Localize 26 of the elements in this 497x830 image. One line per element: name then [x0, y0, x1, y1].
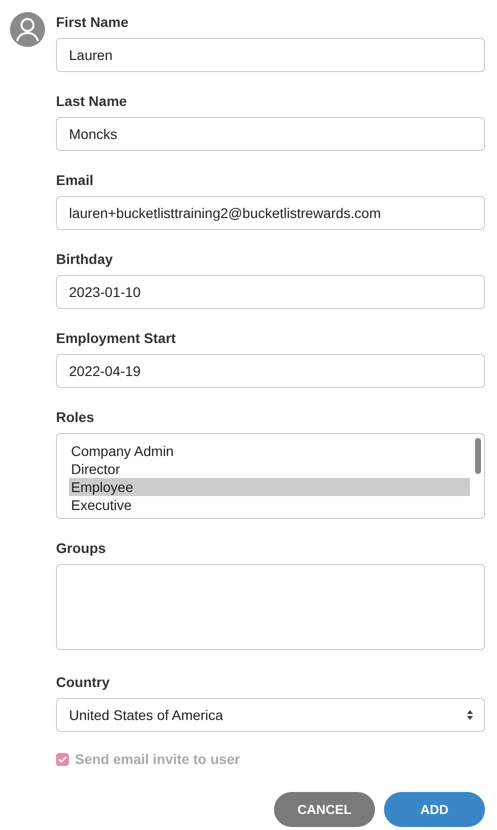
text-field[interactable]: 2022-04-19	[56, 354, 485, 388]
text-field[interactable]: lauren+bucketlisttraining2@bucketlistrewards.com	[56, 196, 485, 230]
country-select[interactable]: United States of America	[56, 698, 485, 732]
role-option[interactable]: Executive	[69, 496, 470, 514]
text-field[interactable]: 2023-01-10	[56, 275, 485, 309]
add-button[interactable]: ADD	[384, 792, 485, 827]
text-field[interactable]: Lauren	[56, 38, 485, 72]
field-label: Last Name	[56, 92, 128, 111]
cancel-button[interactable]: CANCEL	[274, 792, 375, 827]
scrollbar-thumb[interactable]	[475, 438, 481, 474]
text-field[interactable]: Moncks	[56, 117, 485, 151]
user-avatar-icon	[10, 12, 45, 47]
field-label: Employment Start	[56, 329, 177, 348]
field-label: Email	[56, 171, 94, 190]
role-option[interactable]: Company Admin	[69, 442, 470, 460]
field-label: First Name	[56, 13, 130, 32]
sort-arrows-icon	[466, 709, 474, 721]
roles-listbox[interactable]: Company Admin Director Employee Executive	[56, 433, 485, 519]
role-option[interactable]: Employee	[69, 478, 470, 496]
field-label: Birthday	[56, 250, 114, 269]
checkbox-label: Send email invite to user	[75, 751, 240, 767]
field-label: Roles	[56, 408, 96, 427]
role-option[interactable]: Director	[69, 460, 470, 478]
groups-listbox[interactable]	[56, 564, 485, 650]
field-label: Groups	[56, 539, 107, 558]
field-label: Country	[56, 673, 111, 692]
